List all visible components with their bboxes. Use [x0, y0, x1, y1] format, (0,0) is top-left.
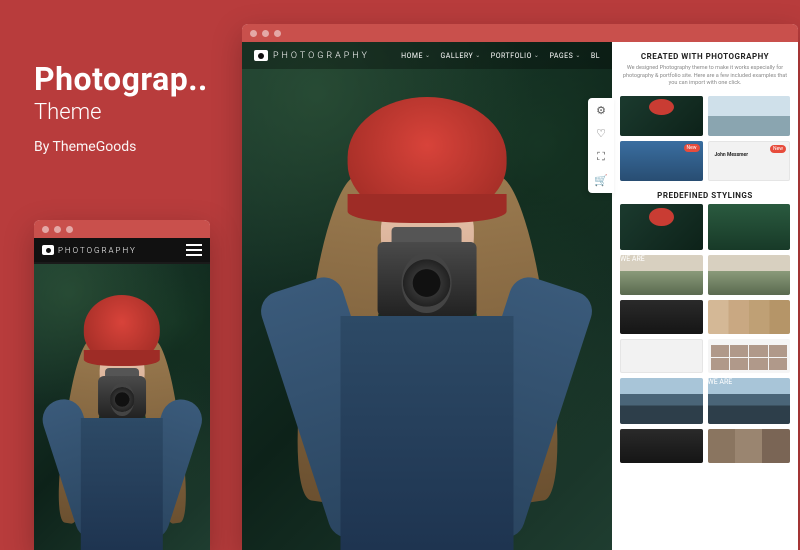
desktop-header: PHOTOGRAPHY HOME⌄ GALLERY⌄ PORTFOLIO⌄ PA… — [242, 42, 612, 69]
cart-icon[interactable]: 🛒 — [594, 174, 608, 187]
style-thumb[interactable] — [708, 300, 791, 334]
hamburger-menu-icon[interactable] — [186, 244, 202, 256]
window-dot — [42, 226, 49, 233]
window-dot — [262, 30, 269, 37]
demo-thumb[interactable] — [620, 96, 703, 136]
style-thumb[interactable] — [620, 429, 703, 463]
demo-thumb[interactable] — [708, 96, 791, 136]
nav-gallery[interactable]: GALLERY⌄ — [441, 52, 481, 60]
promo-subtitle: Theme — [34, 100, 208, 125]
gear-icon[interactable]: ⚙ — [596, 104, 606, 117]
style-thumb[interactable]: WE ARE — [620, 255, 703, 295]
main-nav: HOME⌄ GALLERY⌄ PORTFOLIO⌄ PAGES⌄ BL — [401, 52, 600, 60]
desktop-frame: PHOTOGRAPHY HOME⌄ GALLERY⌄ PORTFOLIO⌄ PA… — [242, 24, 798, 550]
desktop-hero — [242, 42, 612, 550]
mobile-logo-text: PHOTOGRAPHY — [58, 246, 137, 255]
section-desc: We designed Photography theme to make it… — [620, 65, 790, 88]
mobile-hero — [34, 264, 210, 550]
chevron-down-icon: ⌄ — [575, 52, 581, 59]
desktop-main: PHOTOGRAPHY HOME⌄ GALLERY⌄ PORTFOLIO⌄ PA… — [242, 42, 612, 550]
stylings-grid: WE ARE WE ARE — [620, 204, 790, 463]
nav-portfolio[interactable]: PORTFOLIO⌄ — [491, 52, 540, 60]
mobile-header: PHOTOGRAPHY — [34, 238, 210, 262]
side-toolbar: ⚙ ♡ ⛶ 🛒 — [588, 98, 614, 193]
style-thumb[interactable]: WE ARE — [708, 378, 791, 424]
desktop-titlebar — [242, 24, 798, 42]
section-title-stylings: PREDEFINED STYLINGS — [620, 191, 790, 200]
promo-byline: By ThemeGoods — [34, 139, 208, 155]
demo-thumb[interactable]: NewJohn Messmer — [708, 141, 791, 181]
heart-icon[interactable]: ♡ — [596, 127, 606, 140]
section-title-created: CREATED WITH PHOTOGRAPHY — [620, 52, 790, 61]
style-thumb[interactable] — [708, 255, 791, 295]
expand-icon[interactable]: ⛶ — [597, 150, 605, 164]
chevron-down-icon: ⌄ — [425, 52, 431, 59]
style-thumb[interactable] — [620, 378, 703, 424]
window-dot — [274, 30, 281, 37]
created-grid: New NewJohn Messmer — [620, 96, 790, 181]
style-thumb[interactable] — [620, 204, 703, 250]
window-dot — [250, 30, 257, 37]
style-thumb[interactable] — [620, 339, 703, 373]
new-badge: New — [684, 144, 700, 152]
nav-home[interactable]: HOME⌄ — [401, 52, 430, 60]
mobile-logo[interactable]: PHOTOGRAPHY — [42, 245, 137, 255]
chevron-down-icon: ⌄ — [475, 52, 481, 59]
info-panel: CREATED WITH PHOTOGRAPHY We designed Pho… — [612, 42, 798, 550]
camera-icon — [42, 245, 54, 255]
style-thumb[interactable] — [708, 429, 791, 463]
desktop-logo[interactable]: PHOTOGRAPHY — [254, 50, 370, 61]
window-dot — [66, 226, 73, 233]
nav-pages[interactable]: PAGES⌄ — [549, 52, 580, 60]
style-thumb[interactable] — [708, 339, 791, 373]
desktop-logo-text: PHOTOGRAPHY — [273, 51, 370, 61]
mobile-frame: PHOTOGRAPHY — [34, 220, 210, 550]
camera-icon — [254, 50, 268, 61]
mobile-titlebar — [34, 220, 210, 238]
chevron-down-icon: ⌄ — [534, 52, 540, 59]
new-badge: New — [770, 145, 786, 153]
promo-title: Photograp.. — [34, 60, 208, 98]
mobile-viewport: PHOTOGRAPHY — [34, 238, 210, 550]
style-thumb[interactable] — [620, 300, 703, 334]
style-thumb[interactable] — [708, 204, 791, 250]
nav-blog[interactable]: BL — [591, 52, 600, 60]
window-dot — [54, 226, 61, 233]
demo-thumb[interactable]: New — [620, 141, 703, 181]
promo-block: Photograp.. Theme By ThemeGoods — [34, 60, 208, 155]
